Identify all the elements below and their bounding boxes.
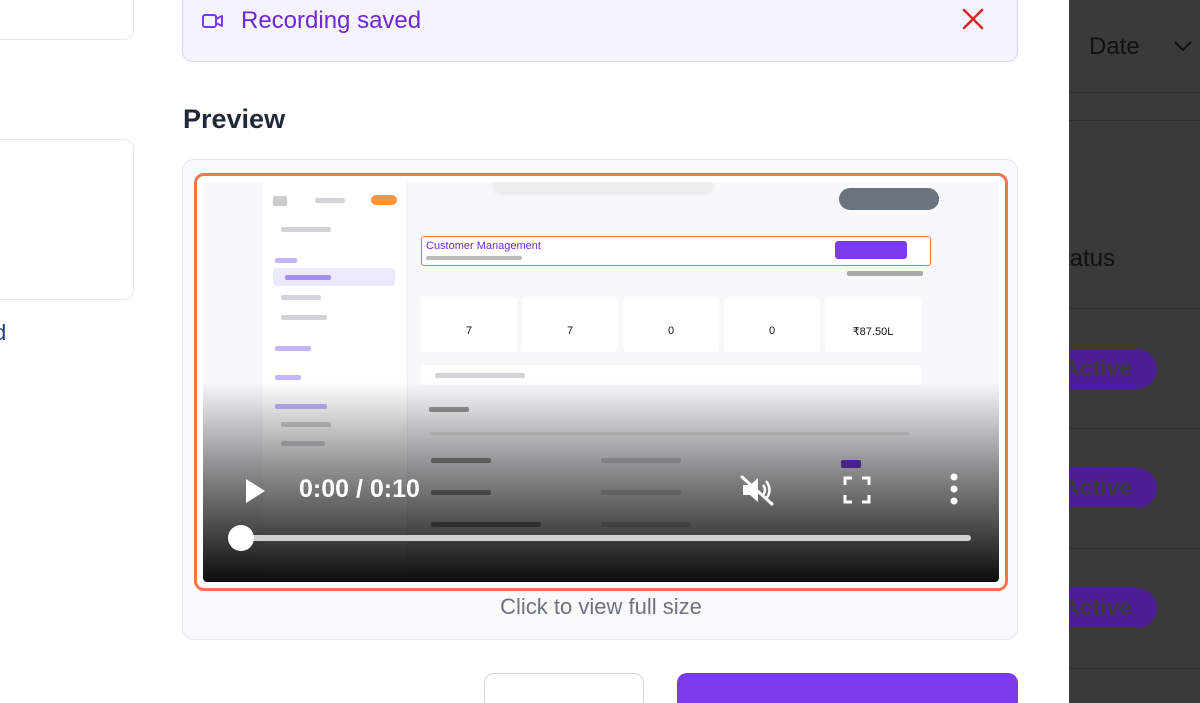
video-player[interactable]: Customer Management 7 7 0 0 ₹87.50L 0:00…	[203, 182, 999, 582]
close-icon[interactable]	[959, 5, 987, 33]
more-options-icon[interactable]	[949, 472, 959, 506]
recorded-stats: 7 7 0 0 ₹87.50L	[421, 297, 921, 352]
left-text-fragment: d	[0, 320, 7, 345]
sort-select-label: Date	[1089, 33, 1140, 60]
chevron-down-icon	[1174, 41, 1192, 52]
recording-indicator	[839, 188, 939, 210]
left-card	[0, 0, 134, 40]
screen: d Recording saved Preview Customer Manag…	[0, 0, 1200, 703]
fullscreen-icon[interactable]	[843, 476, 871, 504]
left-card	[0, 139, 134, 300]
video-camera-icon	[202, 14, 223, 28]
status-badge: Active	[1069, 349, 1157, 389]
primary-button[interactable]	[677, 673, 1018, 703]
preview-heading: Preview	[183, 104, 286, 134]
dimmed-background-table: Date tatus Active Active Active	[1069, 0, 1200, 703]
secondary-button[interactable]	[484, 673, 644, 703]
status-column-header: tatus	[1069, 245, 1116, 272]
progress-bar[interactable]	[228, 525, 971, 551]
recording-saved-toast: Recording saved	[182, 0, 1018, 62]
recorded-add-button	[835, 241, 907, 259]
play-icon[interactable]	[243, 477, 267, 505]
view-full-size-hint: Click to view full size	[500, 594, 702, 619]
toast-message: Recording saved	[241, 7, 422, 34]
video-preview[interactable]: Customer Management 7 7 0 0 ₹87.50L 0:00…	[194, 173, 1008, 591]
volume-muted-icon[interactable]	[739, 474, 775, 506]
status-badge: Active	[1069, 468, 1157, 508]
video-time: 0:00 / 0:10	[299, 475, 420, 503]
progress-thumb[interactable]	[228, 525, 254, 551]
preview-card: Customer Management 7 7 0 0 ₹87.50L 0:00…	[182, 159, 1018, 640]
status-badge: Active	[1069, 588, 1157, 628]
